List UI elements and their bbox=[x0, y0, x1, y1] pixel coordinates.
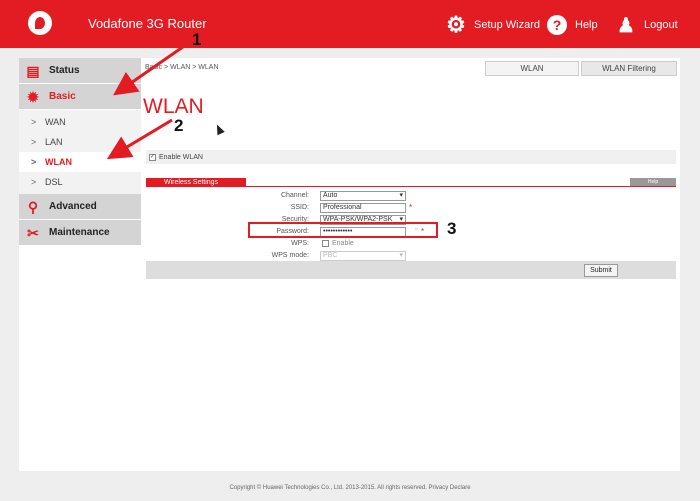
arrow-1 bbox=[113, 40, 191, 96]
annotation-arrows bbox=[106, 40, 191, 160]
annotation-number-3: 3 bbox=[447, 219, 457, 238]
footer-copyright: Copyright © Huawei Technologies Co., Ltd… bbox=[229, 485, 471, 491]
arrow-2 bbox=[106, 118, 173, 160]
annotation-number-2: 2 bbox=[174, 116, 184, 135]
annotation-number-1: 1 bbox=[192, 30, 202, 49]
